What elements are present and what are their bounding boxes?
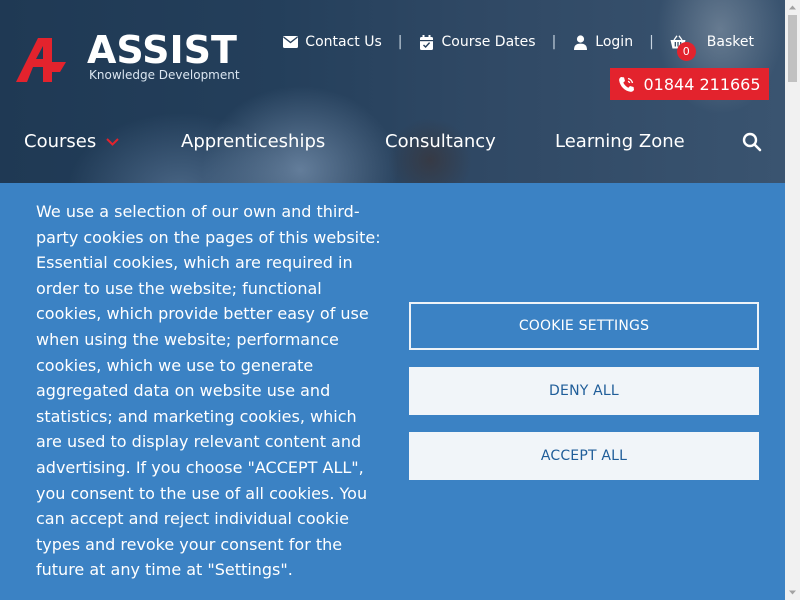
phone-button[interactable]: 01844 211665 [610, 68, 769, 100]
separator: | [649, 34, 654, 50]
deny-all-button[interactable]: DENY ALL [409, 367, 759, 415]
accept-all-button[interactable]: ACCEPT ALL [409, 432, 759, 480]
logo-mark-icon [16, 38, 66, 82]
phone-icon [619, 76, 635, 92]
nav-learning-zone[interactable]: Learning Zone [555, 131, 685, 152]
nav-apprenticeships-label: Apprenticeships [181, 131, 326, 152]
cookie-banner: We use a selection of our own and third-… [0, 183, 785, 600]
course-dates-label: Course Dates [441, 34, 536, 50]
nav-consultancy[interactable]: Consultancy [385, 131, 496, 152]
nav-consultancy-label: Consultancy [385, 131, 496, 152]
calendar-icon [418, 34, 434, 50]
basket-count-badge: 0 [676, 42, 696, 61]
hero-background: ASSIST Knowledge Development Contact Us … [0, 0, 785, 183]
main-nav: Courses Apprenticeships Consultancy Lear… [0, 131, 785, 155]
basket-icon: 0 [670, 34, 696, 61]
scrollbar[interactable] [785, 0, 800, 600]
cookie-settings-button[interactable]: COOKIE SETTINGS [409, 302, 759, 350]
utility-nav: Contact Us | Course Dates | Login | 0 Ba… [282, 32, 754, 61]
site-logo[interactable]: ASSIST Knowledge Development [16, 28, 240, 86]
login-link[interactable]: Login [572, 34, 633, 50]
envelope-icon [282, 34, 298, 50]
separator: | [551, 34, 557, 50]
scroll-up-arrow-icon[interactable] [785, 0, 800, 15]
contact-us-label: Contact Us [305, 34, 382, 50]
nav-apprenticeships[interactable]: Apprenticeships [181, 131, 325, 152]
nav-courses[interactable]: Courses [24, 131, 119, 152]
search-icon [742, 132, 762, 152]
basket-link[interactable]: 0 Basket [670, 34, 754, 61]
nav-learning-zone-label: Learning Zone [555, 131, 685, 152]
user-icon [572, 34, 588, 50]
separator: | [397, 34, 403, 50]
search-button[interactable] [742, 132, 764, 154]
login-label: Login [595, 34, 634, 50]
logo-tagline: Knowledge Development [89, 68, 240, 82]
nav-courses-label: Courses [24, 131, 97, 152]
course-dates-link[interactable]: Course Dates [418, 34, 536, 50]
phone-number: 01844 211665 [643, 74, 761, 94]
logo-name: ASSIST [87, 28, 237, 72]
cookie-banner-text: We use a selection of our own and third-… [36, 202, 381, 580]
basket-label: Basket [706, 34, 754, 50]
scrollbar-thumb[interactable] [788, 15, 797, 82]
contact-us-link[interactable]: Contact Us [282, 34, 382, 50]
scroll-down-arrow-icon[interactable] [785, 585, 800, 600]
chevron-down-icon [106, 137, 119, 146]
